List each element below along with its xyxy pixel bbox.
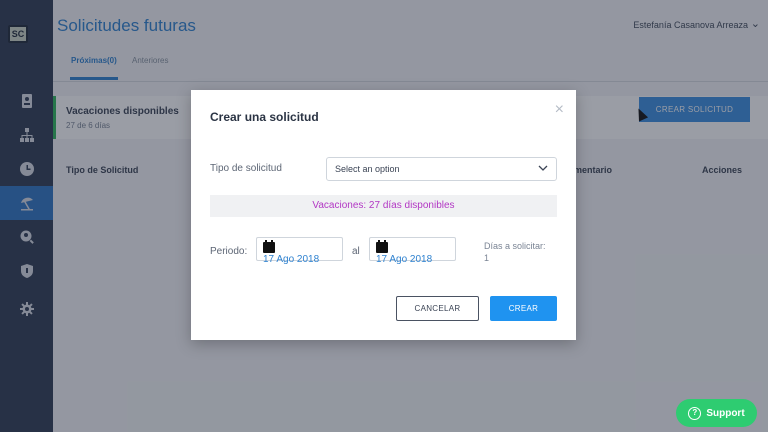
days-to-request-label: Días a solicitar: — [484, 241, 546, 251]
end-date-value: 17 Ago 2018 — [376, 254, 433, 265]
days-to-request: Días a solicitar: 1 — [484, 240, 546, 264]
support-button[interactable]: ? Support — [676, 399, 757, 427]
close-icon[interactable]: × — [555, 102, 564, 118]
request-type-select[interactable]: Select an option — [326, 157, 557, 181]
calendar-icon — [263, 240, 275, 253]
create-button[interactable]: CREAR — [490, 296, 557, 321]
end-date-field[interactable]: 17 Ago 2018 — [369, 237, 456, 265]
create-request-dialog: Crear una solicitud × Tipo de solicitud … — [191, 90, 576, 340]
support-label: Support — [706, 407, 745, 419]
help-icon: ? — [688, 406, 702, 420]
days-to-request-value: 1 — [484, 253, 490, 263]
request-type-placeholder: Select an option — [335, 164, 400, 174]
available-days-banner: Vacaciones: 27 días disponibles — [210, 195, 557, 217]
period-label: Periodo: — [210, 246, 248, 257]
start-date-value: 17 Ago 2018 — [263, 254, 320, 265]
calendar-icon — [376, 240, 388, 253]
chevron-down-icon — [538, 165, 548, 171]
to-label: al — [352, 246, 360, 257]
dialog-title: Crear una solicitud — [210, 110, 319, 124]
cancel-button[interactable]: CANCELAR — [396, 296, 479, 321]
start-date-field[interactable]: 17 Ago 2018 — [256, 237, 343, 265]
request-type-label: Tipo de solicitud — [210, 163, 282, 174]
